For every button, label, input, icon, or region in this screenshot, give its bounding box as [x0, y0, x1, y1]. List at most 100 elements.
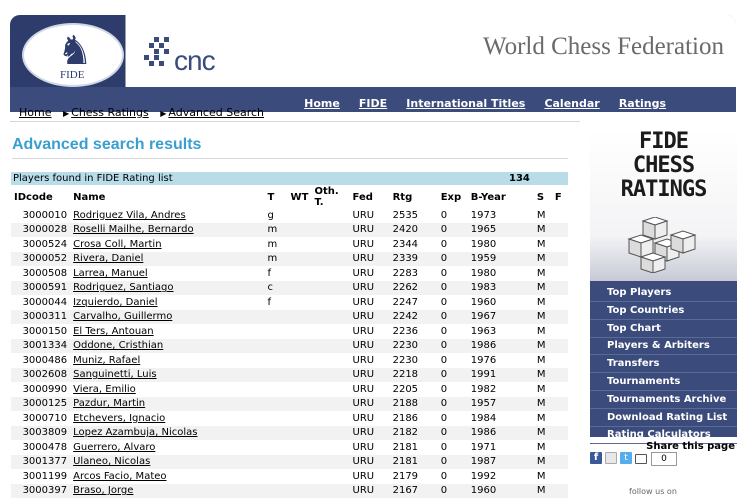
player-name-link[interactable]: Rivera, Daniel [73, 253, 143, 264]
player-name-link[interactable]: Rodriguez Vila, Andres [73, 210, 186, 221]
col-byear[interactable]: B-Year [468, 186, 534, 208]
cnc-logo[interactable]: cnc [144, 35, 234, 79]
player-name-link[interactable]: Larrea, Manuel [73, 268, 148, 279]
nav-fide[interactable]: FIDE [359, 97, 387, 110]
player-name-link[interactable]: Viera, Emilio [73, 384, 136, 395]
table-row[interactable]: 3000044Izquierdo, DanielfURU224701960M [11, 295, 568, 310]
col-rtg[interactable]: Rtg [390, 186, 438, 208]
player-name[interactable]: Rodriguez Vila, Andres [70, 208, 264, 223]
col-wt[interactable]: WT [288, 186, 312, 208]
breadcrumb-advanced-search[interactable]: Advanced Search [168, 106, 264, 119]
player-name[interactable]: Rodriguez, Santiago [70, 281, 264, 296]
col-other-title[interactable]: Oth. T. [311, 186, 349, 208]
player-name[interactable]: Roselli Mailhe, Bernardo [70, 223, 264, 238]
player-exp: 0 [438, 382, 468, 397]
player-wt [288, 281, 312, 296]
nav-international-titles[interactable]: International Titles [406, 97, 525, 110]
chess-ratings-banner[interactable]: FIDE CHESS RATINGS [590, 129, 737, 281]
table-row[interactable]: 3001199Arcos Facio, MateoURU217901992M [11, 469, 568, 484]
player-name[interactable]: Lopez Azambuja, Nicolas [70, 426, 264, 441]
col-sex[interactable]: S [534, 186, 552, 208]
print-icon[interactable] [635, 454, 647, 464]
nav-home[interactable]: Home [304, 97, 340, 110]
table-row[interactable]: 3000010Rodriguez Vila, AndresgURU2535019… [11, 208, 568, 223]
player-name[interactable]: Viera, Emilio [70, 382, 264, 397]
table-row[interactable]: 3000710Etchevers, IgnacioURU218601984M [11, 411, 568, 426]
nav-ratings[interactable]: Ratings [619, 97, 666, 110]
player-name-link[interactable]: Arcos Facio, Mateo [73, 471, 166, 482]
player-fed: URU [350, 208, 390, 223]
twitter-icon[interactable]: t [620, 452, 632, 464]
table-row[interactable]: 3002608Sanguinetti, LuisURU221801991M [11, 368, 568, 383]
sidebar-item-tournaments[interactable]: Tournaments [590, 374, 737, 391]
player-name[interactable]: Oddone, Cristhian [70, 339, 264, 354]
table-row[interactable]: 3000028Roselli Mailhe, BernardomURU24200… [11, 223, 568, 238]
table-row[interactable]: 3000990Viera, EmilioURU220501982M [11, 382, 568, 397]
player-name[interactable]: Rivera, Daniel [70, 252, 264, 267]
player-name-link[interactable]: Rodriguez, Santiago [73, 282, 173, 293]
table-row[interactable]: 3000524Crosa Coll, MartinmURU234401980M [11, 237, 568, 252]
player-name[interactable]: Muniz, Rafael [70, 353, 264, 368]
player-name[interactable]: Etchevers, Ignacio [70, 411, 264, 426]
player-name[interactable]: Crosa Coll, Martin [70, 237, 264, 252]
player-rating: 2181 [390, 455, 438, 470]
player-name[interactable]: Larrea, Manuel [70, 266, 264, 281]
table-row[interactable]: 3000486Muniz, RafaelURU223001976M [11, 353, 568, 368]
col-exp[interactable]: Exp [438, 186, 468, 208]
breadcrumb-home[interactable]: Home [19, 106, 51, 119]
sidebar-item-top-players[interactable]: Top Players [590, 285, 737, 302]
player-wt [288, 266, 312, 281]
table-row[interactable]: 3000508Larrea, ManuelfURU228301980M [11, 266, 568, 281]
player-name-link[interactable]: El Ters, Antouan [73, 326, 154, 337]
table-row[interactable]: 3000591Rodriguez, SantiagocURU226201983M [11, 281, 568, 296]
player-name-link[interactable]: Ulaneo, Nicolas [73, 456, 150, 467]
player-exp: 0 [438, 411, 468, 426]
sidebar-item-download-rating-list[interactable]: Download Rating List [590, 410, 737, 427]
col-name[interactable]: Name [70, 186, 264, 208]
table-row[interactable]: 3001334Oddone, CristhianURU223001986M [11, 339, 568, 354]
table-row[interactable]: 3001377Ulaneo, NicolasURU218101987M [11, 455, 568, 470]
table-row[interactable]: 3000311Carvalho, GuillermoURU224201967M [11, 310, 568, 325]
col-flag[interactable]: F [552, 186, 568, 208]
player-name-link[interactable]: Crosa Coll, Martin [73, 239, 161, 250]
sidebar-item-players-arbiters[interactable]: Players & Arbiters [590, 338, 737, 355]
breadcrumb-chess-ratings[interactable]: Chess Ratings [71, 106, 149, 119]
table-row[interactable]: 3000125Pazdur, MartinURU218801957M [11, 397, 568, 412]
player-name[interactable]: Sanguinetti, Luis [70, 368, 264, 383]
table-row[interactable]: 3000478Guerrero, AlvaroURU218101971M [11, 440, 568, 455]
player-name[interactable]: Carvalho, Guillermo [70, 310, 264, 325]
player-name[interactable]: El Ters, Antouan [70, 324, 264, 339]
sidebar-item-top-countries[interactable]: Top Countries [590, 303, 737, 320]
table-row[interactable]: 3000150El Ters, AntouanURU223601963M [11, 324, 568, 339]
player-rating: 2242 [390, 310, 438, 325]
table-row[interactable]: 3003809Lopez Azambuja, NicolasURU2182019… [11, 426, 568, 441]
player-name[interactable]: Guerrero, Alvaro [70, 440, 264, 455]
player-name-link[interactable]: Pazdur, Martin [73, 398, 145, 409]
fide-logo[interactable]: ♞ FIDE [22, 23, 124, 87]
email-icon[interactable] [605, 452, 617, 464]
player-name-link[interactable]: Muniz, Rafael [73, 355, 140, 366]
col-idcode[interactable]: IDcode [11, 186, 70, 208]
player-name-link[interactable]: Etchevers, Ignacio [73, 413, 165, 424]
player-name[interactable]: Pazdur, Martin [70, 397, 264, 412]
nav-calendar[interactable]: Calendar [544, 97, 599, 110]
facebook-icon[interactable]: f [590, 452, 602, 464]
player-name[interactable]: Arcos Facio, Mateo [70, 469, 264, 484]
player-name-link[interactable]: Guerrero, Alvaro [73, 442, 155, 453]
player-name-link[interactable]: Sanguinetti, Luis [73, 369, 156, 380]
sidebar-item-tournaments-archive[interactable]: Tournaments Archive [590, 392, 737, 409]
table-row[interactable]: 3000052Rivera, DanielmURU233901959M [11, 252, 568, 267]
player-rating: 2247 [390, 295, 438, 310]
player-name-link[interactable]: Braso, Jorge [73, 485, 133, 496]
player-name-link[interactable]: Lopez Azambuja, Nicolas [73, 427, 197, 438]
col-fed[interactable]: Fed [350, 186, 390, 208]
player-name-link[interactable]: Izquierdo, Daniel [73, 297, 157, 308]
sidebar-item-top-chart[interactable]: Top Chart [590, 321, 737, 338]
col-title[interactable]: T [265, 186, 288, 208]
player-name-link[interactable]: Roselli Mailhe, Bernardo [73, 224, 193, 235]
player-name-link[interactable]: Carvalho, Guillermo [73, 311, 172, 322]
player-name-link[interactable]: Oddone, Cristhian [73, 340, 163, 351]
player-name[interactable]: Ulaneo, Nicolas [70, 455, 264, 470]
sidebar-item-transfers[interactable]: Transfers [590, 356, 737, 373]
player-name[interactable]: Izquierdo, Daniel [70, 295, 264, 310]
